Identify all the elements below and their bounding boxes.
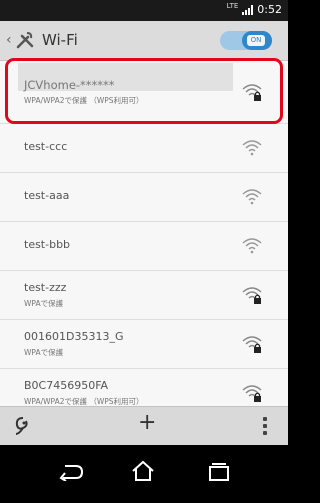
- wifi-icon: [242, 238, 262, 254]
- network-row[interactable]: test-zzz WPAで保護: [0, 271, 288, 320]
- bottom-action-bar: +: [0, 406, 288, 445]
- page-title: Wi-Fi: [42, 31, 78, 49]
- wifi-locked-icon: [242, 385, 262, 402]
- network-ssid: B0C7456950FA: [24, 379, 109, 392]
- wifi-locked-icon: [242, 336, 262, 353]
- toggle-label: ON: [247, 35, 265, 46]
- recent-apps-icon[interactable]: [208, 462, 230, 481]
- network-ssid: test-zzz: [24, 281, 67, 294]
- network-row[interactable]: test-ccc: [0, 124, 288, 173]
- network-security: WPAで保護: [24, 348, 64, 357]
- wifi-icon: [242, 140, 262, 156]
- overflow-menu-icon[interactable]: [263, 417, 267, 435]
- network-ssid: test-bbb: [24, 238, 71, 251]
- navigation-bar: [0, 445, 288, 503]
- network-ssid: test-ccc: [24, 140, 68, 153]
- network-security: WPAで保護: [24, 299, 64, 308]
- signal-icon: [242, 4, 254, 15]
- toggle-thumb: ON: [242, 31, 272, 50]
- back-chevron-icon[interactable]: ‹: [6, 32, 12, 48]
- wifi-locked-icon: [242, 287, 262, 304]
- network-row[interactable]: 001601D35313_G WPAで保護: [0, 320, 288, 369]
- selected-network-highlight: [5, 58, 283, 124]
- action-bar: ‹ Wi-Fi ON: [0, 21, 288, 61]
- network-row[interactable]: B0C7456950FA WPA/WPA2で保護 （WPS利用可）: [0, 369, 288, 406]
- status-bar: LTE 0:52: [0, 0, 288, 21]
- wifi-icon: [242, 189, 262, 205]
- back-icon[interactable]: [58, 463, 84, 481]
- add-network-button[interactable]: +: [138, 412, 156, 434]
- wifi-settings-screen: LTE 0:52 ‹ Wi-Fi ON JCVhome-****** WPA/W…: [0, 0, 288, 503]
- network-type-indicator: LTE: [226, 2, 239, 10]
- settings-tools-icon[interactable]: [15, 30, 35, 50]
- network-ssid: test-aaa: [24, 189, 70, 202]
- network-row[interactable]: test-aaa: [0, 173, 288, 222]
- wps-icon[interactable]: [14, 416, 32, 436]
- status-time: 0:52: [257, 3, 282, 16]
- network-row[interactable]: test-bbb: [0, 222, 288, 271]
- network-ssid: 001601D35313_G: [24, 330, 124, 343]
- network-security: WPA/WPA2で保護 （WPS利用可）: [24, 397, 144, 406]
- wifi-toggle[interactable]: ON: [220, 31, 272, 50]
- home-icon[interactable]: [131, 460, 155, 482]
